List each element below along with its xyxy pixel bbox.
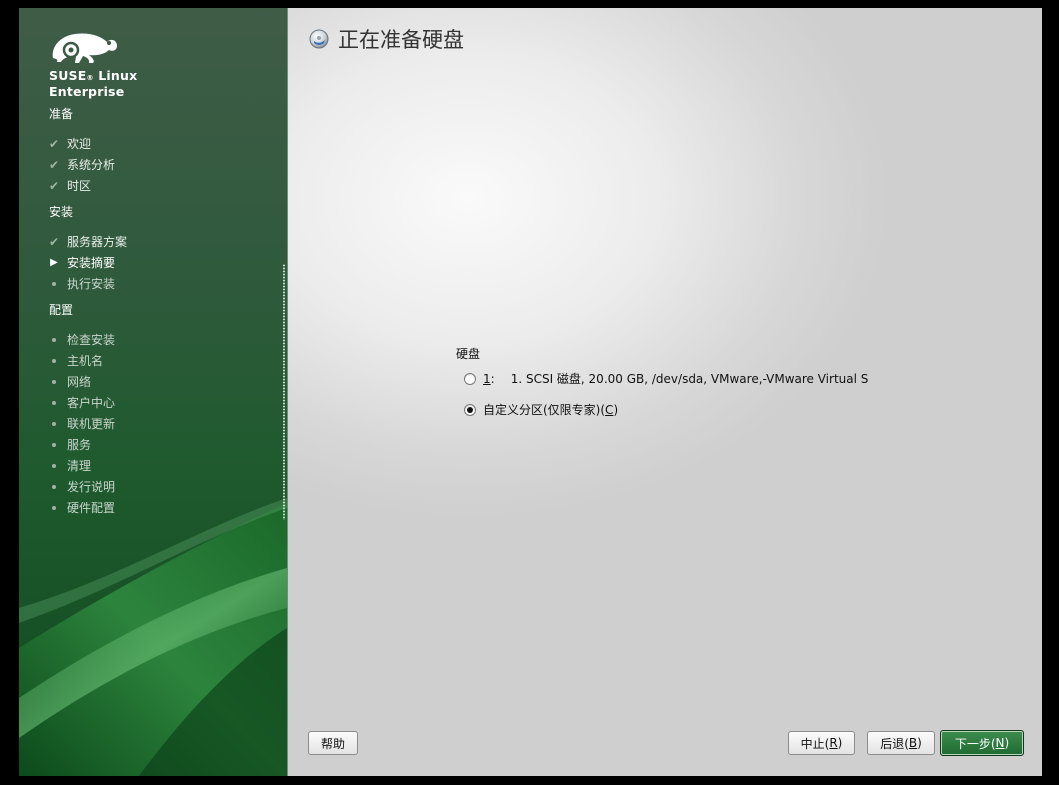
step-check-installation: 检查安装 [47, 331, 115, 349]
step-hardware-configuration: 硬件配置 [47, 499, 115, 517]
step-services: 服务 [47, 436, 91, 454]
bullet-icon [47, 333, 61, 347]
bullet-icon [47, 501, 61, 515]
bullet-icon [47, 417, 61, 431]
option-label: 1. SCSI 磁盘, 20.00 GB, /dev/sda, VMware,-… [510, 372, 869, 386]
section-configure: 配置 [49, 303, 74, 317]
abort-button[interactable]: 中止(R) [788, 731, 855, 755]
installer-window: SUSE® Linux Enterprise 准备 ✔ 欢迎 ✔ 系统分析 ✔ 时区 … [19, 8, 1042, 776]
step-installation-summary: ▶ 安装摘要 [47, 254, 115, 272]
help-button[interactable]: 帮助 [308, 731, 358, 755]
radio-button-selected[interactable] [464, 403, 476, 416]
page-header: 正在准备硬盘 [308, 24, 464, 54]
step-system-analysis: ✔ 系统分析 [48, 158, 116, 172]
radio-button[interactable] [464, 372, 476, 385]
bullet-icon [47, 277, 61, 291]
harddisk-icon [309, 29, 329, 49]
step-welcome: ✔ 欢迎 [48, 137, 92, 151]
step-hostname: 主机名 [47, 352, 103, 370]
sidebar: SUSE® Linux Enterprise 准备 ✔ 欢迎 ✔ 系统分析 ✔ 时区 … [19, 8, 287, 776]
bullet-icon [47, 354, 61, 368]
step-timezone: ✔ 时区 [48, 179, 92, 193]
bullet-icon [47, 375, 61, 389]
disk-group-label: 硬盘 [456, 347, 481, 361]
step-perform-installation: 执行安装 [47, 275, 115, 293]
bullet-icon [47, 459, 61, 473]
option-shortcut-key: 1 [483, 371, 491, 386]
brand-name: SUSE® Linux Enterprise [49, 68, 138, 99]
back-button[interactable]: 后退(B) [867, 731, 935, 755]
sidebar-splitter-handle[interactable] [283, 264, 285, 520]
custom-partitioning-option[interactable]: 自定义分区(仅限专家)(C) [464, 401, 618, 418]
option-shortcut-key: C [605, 402, 614, 417]
next-button[interactable]: 下一步(N) [940, 730, 1024, 756]
check-icon: ✔ [48, 158, 60, 172]
step-server-scenario: ✔ 服务器方案 [48, 235, 128, 249]
suse-logo: SUSE® Linux Enterprise [49, 28, 137, 98]
section-install: 安装 [49, 205, 74, 219]
check-icon: ✔ [48, 235, 60, 249]
step-release-notes: 发行说明 [47, 478, 115, 496]
check-icon: ✔ [48, 179, 60, 193]
bullet-icon [47, 438, 61, 452]
page-title: 正在准备硬盘 [338, 28, 464, 52]
step-customer-center: 客户中心 [47, 394, 115, 412]
bullet-icon [47, 396, 61, 410]
check-icon: ✔ [48, 137, 60, 151]
chameleon-logo-icon [52, 33, 117, 63]
main-panel: 正在准备硬盘 硬盘 1: 1. SCSI 磁盘, 20.00 GB, /dev/… [287, 8, 1042, 776]
play-arrow-icon: ▶ [50, 257, 58, 268]
bullet-icon [47, 480, 61, 494]
disk-option-sda[interactable]: 1: 1. SCSI 磁盘, 20.00 GB, /dev/sda, VMwar… [464, 370, 868, 387]
section-prepare: 准备 [49, 107, 74, 121]
step-network: 网络 [47, 373, 91, 391]
step-online-update: 联机更新 [47, 415, 115, 433]
step-clean-up: 清理 [47, 457, 91, 475]
